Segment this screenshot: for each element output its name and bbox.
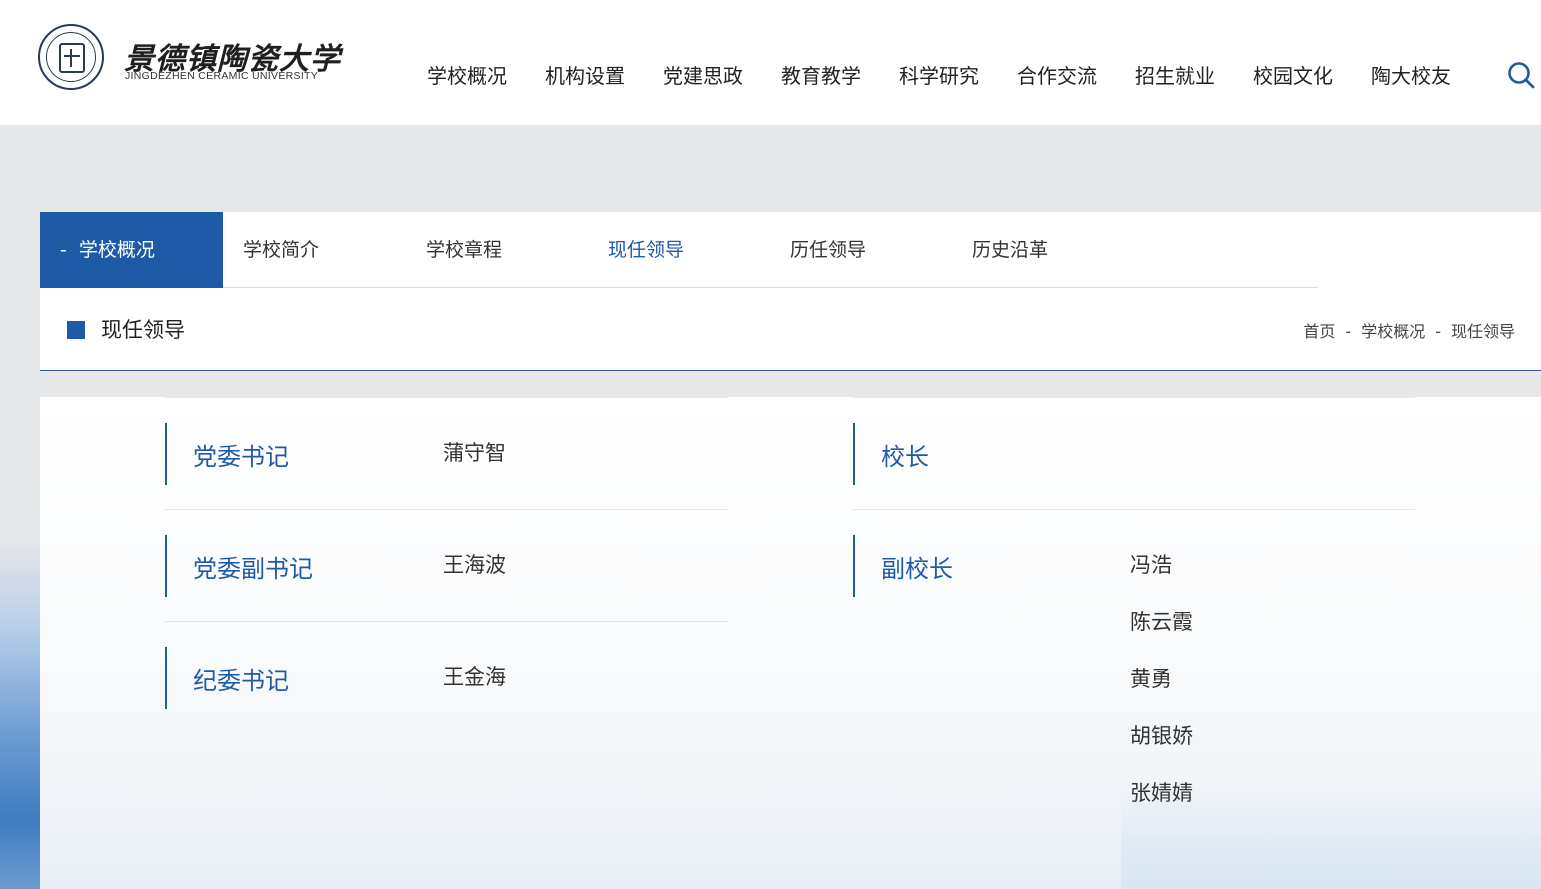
search-icon[interactable]	[1506, 60, 1536, 90]
section-subnav: - 学校概况 学校简介 学校章程 现任领导 历任领导 历史沿革	[40, 212, 1541, 288]
logo-english-name: JINGDEZHEN CERAMIC UNIVERSITY	[125, 70, 319, 82]
leader-name[interactable]: 黄勇	[1130, 663, 1172, 693]
nav-item-cooperation[interactable]: 合作交流	[998, 58, 1116, 94]
nav-item-alumni[interactable]: 陶大校友	[1352, 58, 1470, 94]
nav-item-party-building[interactable]: 党建思政	[644, 58, 762, 94]
subnav-section-title: - 学校概况	[40, 212, 223, 288]
nav-item-organization[interactable]: 机构设置	[526, 58, 644, 94]
leader-name[interactable]: 胡银娇	[1130, 720, 1193, 750]
nav-item-campus-culture[interactable]: 校园文化	[1234, 58, 1352, 94]
leader-name[interactable]: 王金海	[443, 661, 506, 691]
main-nav: 学校概况 机构设置 党建思政 教育教学 科学研究 合作交流 招生就业 校园文化 …	[408, 58, 1470, 94]
site-header: 景德镇陶瓷大学 JINGDEZHEN CERAMIC UNIVERSITY 学校…	[0, 0, 1541, 125]
leader-name[interactable]: 王海波	[443, 549, 506, 579]
page-title: 现任领导	[101, 318, 185, 342]
tab-school-charter[interactable]: 学校章程	[426, 212, 502, 288]
leader-name[interactable]: 蒲守智	[443, 437, 506, 467]
breadcrumb-school-overview[interactable]: 学校概况	[1361, 322, 1425, 341]
nav-item-admissions[interactable]: 招生就业	[1116, 58, 1234, 94]
tab-former-leaders[interactable]: 历任领导	[790, 212, 866, 288]
nav-item-school-overview[interactable]: 学校概况	[408, 58, 526, 94]
role-label: 副校长	[881, 555, 953, 583]
university-logo[interactable]: 景德镇陶瓷大学 JINGDEZHEN CERAMIC UNIVERSITY	[38, 24, 340, 92]
nav-item-education[interactable]: 教育教学	[762, 58, 880, 94]
title-square-icon	[67, 321, 85, 339]
breadcrumb-home[interactable]: 首页	[1303, 322, 1335, 341]
breadcrumb: 首页 - 学校概况 - 现任领导	[1303, 322, 1515, 341]
leaders-content: 党委书记 蒲守智 党委副书记 王海波 纪委书记 王金海 校长 副校长 冯浩 陈云…	[40, 397, 1541, 889]
tab-current-leaders[interactable]: 现任领导	[608, 212, 684, 288]
leader-name[interactable]: 冯浩	[1130, 549, 1172, 579]
tab-school-intro[interactable]: 学校简介	[243, 212, 319, 288]
leader-name[interactable]: 张婧婧	[1130, 777, 1193, 807]
role-label: 党委副书记	[193, 555, 313, 583]
decorative-ink-wash	[0, 540, 40, 889]
leader-name[interactable]: 陈云霞	[1130, 606, 1193, 636]
university-seal-icon	[38, 24, 104, 90]
nav-item-research[interactable]: 科学研究	[880, 58, 998, 94]
role-label: 纪委书记	[193, 667, 289, 695]
role-label: 校长	[881, 443, 929, 471]
tab-history[interactable]: 历史沿革	[972, 212, 1048, 288]
page-title-bar: 现任领导 首页 - 学校概况 - 现任领导	[40, 288, 1541, 371]
breadcrumb-current: 现任领导	[1450, 322, 1515, 341]
role-label: 党委书记	[193, 443, 289, 471]
